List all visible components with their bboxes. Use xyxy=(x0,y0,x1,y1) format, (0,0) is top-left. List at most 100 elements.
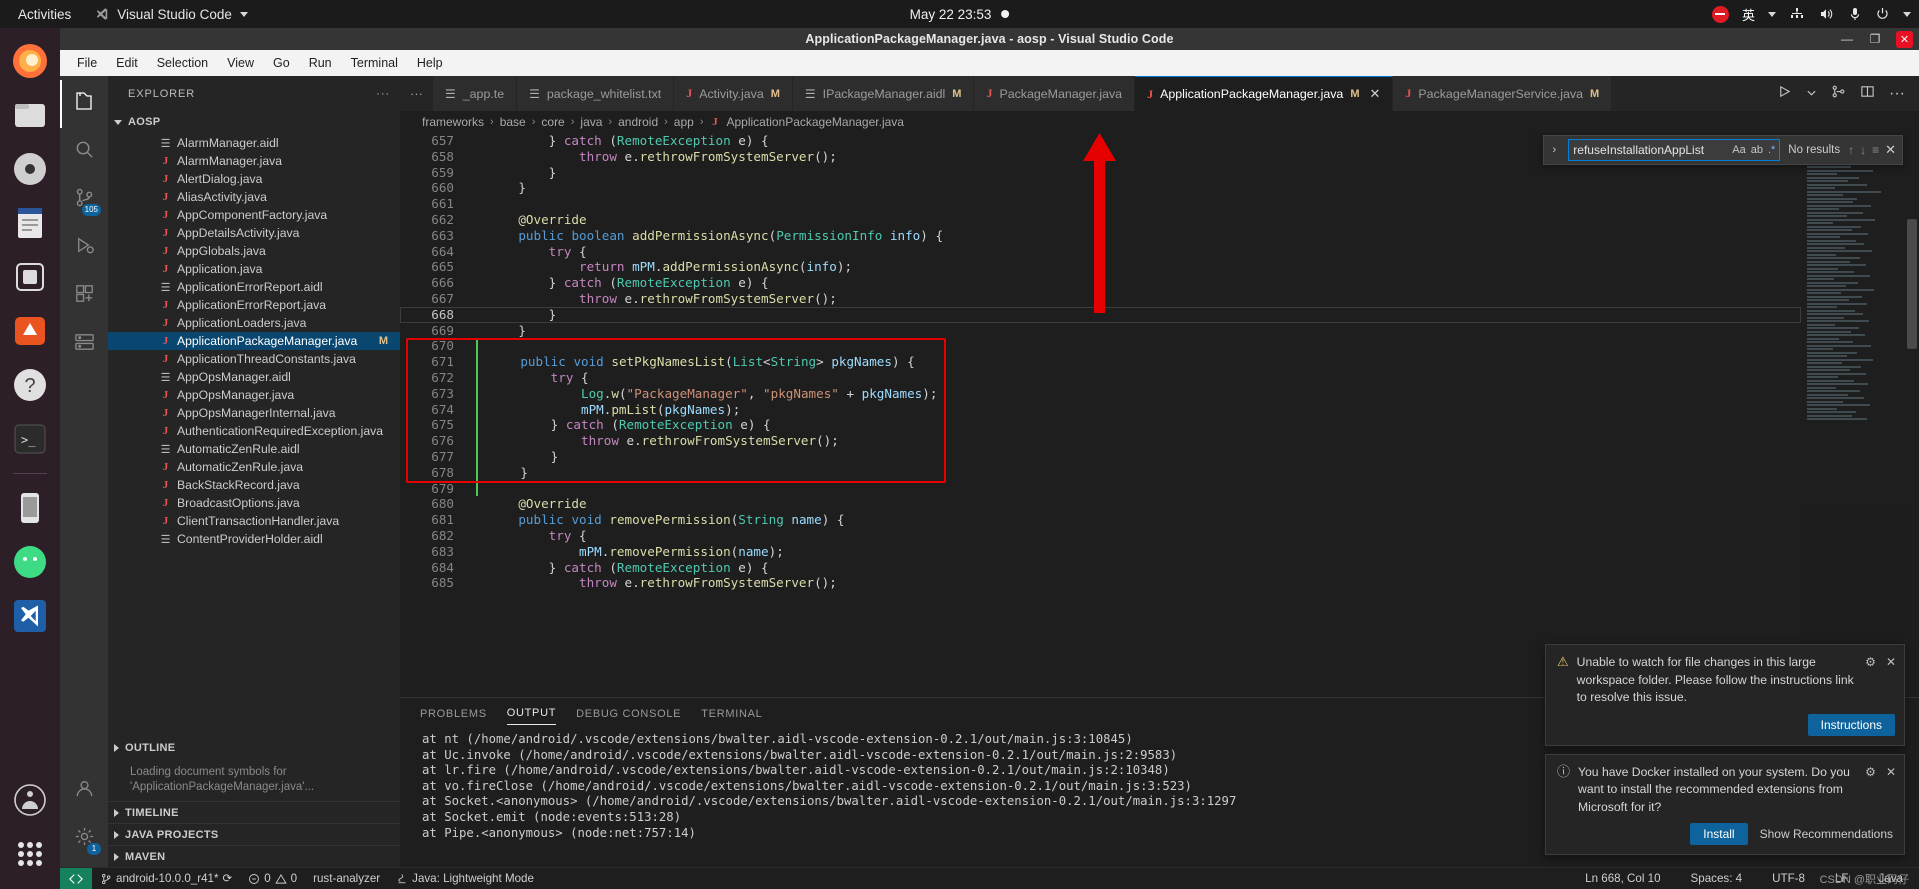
file-tree-item[interactable]: J AppComponentFactory.java xyxy=(108,206,400,224)
close-icon[interactable]: ✕ xyxy=(1885,142,1896,158)
code-editor[interactable]: 657 } catch (RemoteException e) { 658 th… xyxy=(400,133,1919,697)
find-input[interactable]: refuseInstallationAppList Aa ab .* xyxy=(1568,139,1781,161)
activity-extensions[interactable] xyxy=(60,272,108,320)
file-tree-item[interactable]: J AppGlobals.java xyxy=(108,242,400,260)
file-tree-item[interactable]: J AppOpsManager.java xyxy=(108,386,400,404)
gear-icon[interactable]: ⚙ xyxy=(1865,655,1876,707)
dock-item-ubuntu-software[interactable] xyxy=(7,308,53,354)
tab-applicationpackagemanager-java[interactable]: J ApplicationPackageManager.java M ✕ xyxy=(1135,76,1394,111)
file-tree-item[interactable]: J AppDetailsActivity.java xyxy=(108,224,400,242)
file-tree-item[interactable]: J AliasActivity.java xyxy=(108,188,400,206)
volume-icon[interactable] xyxy=(1818,6,1835,22)
dock-item-firefox[interactable] xyxy=(7,38,53,84)
menu-run[interactable]: Run xyxy=(300,53,341,73)
file-tree-item[interactable]: J AuthenticationRequiredException.java xyxy=(108,422,400,440)
close-button[interactable]: ✕ xyxy=(1896,30,1913,48)
run-icon[interactable] xyxy=(1777,84,1792,104)
dock-item-rhythmbox[interactable] xyxy=(7,146,53,192)
breadcrumb-item[interactable]: app xyxy=(674,115,694,129)
file-tree-item[interactable]: J AppOpsManagerInternal.java xyxy=(108,404,400,422)
status-problems[interactable]: 0 0 xyxy=(240,868,305,889)
maximize-button[interactable]: ❐ xyxy=(1868,32,1882,46)
split-terminal-icon[interactable] xyxy=(1831,84,1846,104)
tabs-overflow-icon[interactable]: ··· xyxy=(400,76,433,111)
breadcrumb-item[interactable]: frameworks xyxy=(422,115,484,129)
tab-packagemanager-java[interactable]: J PackageManager.java xyxy=(974,76,1136,111)
file-tree-item[interactable]: J BroadcastOptions.java xyxy=(108,494,400,512)
sidebar-section-maven[interactable]: MAVEN xyxy=(108,845,400,867)
dock-item-terminal[interactable]: >_ xyxy=(7,416,53,462)
sidebar-more-actions-icon[interactable]: ··· xyxy=(376,88,390,100)
panel-tab-problems[interactable]: PROBLEMS xyxy=(420,702,487,725)
breadcrumb-item-file[interactable]: ApplicationPackageManager.java xyxy=(727,115,904,129)
sidebar-section-outline[interactable]: OUTLINE xyxy=(108,737,400,759)
dock-item-vscode[interactable] xyxy=(7,593,53,639)
find-next-icon[interactable]: ↓ xyxy=(1860,143,1866,157)
network-icon[interactable] xyxy=(1789,6,1805,22)
sidebar-section-java-projects[interactable]: JAVA PROJECTS xyxy=(108,823,400,845)
file-tree-item[interactable]: ☰ AppOpsManager.aidl xyxy=(108,368,400,386)
activities-button[interactable]: Activities xyxy=(0,7,85,22)
tab-ipackagemanager-aidl[interactable]: ☰ IPackageManager.aidl M xyxy=(792,76,975,111)
panel-tab-debug-console[interactable]: DEBUG CONSOLE xyxy=(576,702,681,725)
menu-edit[interactable]: Edit xyxy=(107,53,147,73)
file-tree-item[interactable]: J ApplicationThreadConstants.java xyxy=(108,350,400,368)
chevron-down-icon[interactable] xyxy=(1806,85,1817,103)
status-java-mode[interactable]: Java: Lightweight Mode xyxy=(388,868,542,889)
dock-item-androidstudio-device[interactable] xyxy=(7,485,53,531)
status-rust-analyzer[interactable]: rust-analyzer xyxy=(305,868,388,889)
file-tree-item[interactable]: ☰ AlarmManager.aidl xyxy=(108,134,400,152)
minimap[interactable] xyxy=(1801,133,1905,697)
use-regex-icon[interactable]: .* xyxy=(1768,144,1775,156)
sidebar-section-aosp[interactable]: AOSP xyxy=(108,111,400,133)
tray-chevron-down-icon[interactable] xyxy=(1903,11,1911,17)
menu-view[interactable]: View xyxy=(218,53,263,73)
install-button[interactable]: Install xyxy=(1690,823,1748,845)
status-encoding[interactable]: UTF-8 xyxy=(1764,868,1813,889)
tab-packagemanagerservice-java[interactable]: J PackageManagerService.java M xyxy=(1393,76,1613,111)
power-icon[interactable] xyxy=(1875,6,1890,22)
dock-item-app-grid-preview[interactable] xyxy=(7,254,53,300)
dock-item-libreoffice-writer[interactable] xyxy=(7,200,53,246)
dock-item-show-applications[interactable] xyxy=(7,831,53,877)
toggle-replace-icon[interactable]: › xyxy=(1546,144,1562,156)
close-icon[interactable]: ✕ xyxy=(1886,655,1896,707)
whole-word-icon[interactable]: ab xyxy=(1751,144,1763,156)
more-actions-icon[interactable]: ··· xyxy=(1889,85,1905,103)
panel-tab-output[interactable]: OUTPUT xyxy=(506,701,557,725)
dock-item-trash[interactable] xyxy=(7,777,53,823)
breadcrumb-item[interactable]: java xyxy=(580,115,602,129)
tab-app-te[interactable]: ☰ _app.te xyxy=(433,76,518,111)
dock-item-help[interactable]: ? xyxy=(7,362,53,408)
file-tree-item[interactable]: J ApplicationLoaders.java xyxy=(108,314,400,332)
menu-file[interactable]: File xyxy=(68,53,106,73)
dock-item-files[interactable] xyxy=(7,92,53,138)
instructions-button[interactable]: Instructions xyxy=(1807,713,1895,736)
scrollbar-thumb[interactable] xyxy=(1907,219,1917,349)
status-branch[interactable]: android-10.0.0_r41* ⟳ xyxy=(92,868,240,889)
split-editor-icon[interactable] xyxy=(1860,84,1875,104)
sync-icon[interactable]: ⟳ xyxy=(223,868,233,889)
editor-scrollbar[interactable] xyxy=(1905,133,1919,697)
file-tree-item[interactable]: ☰ AutomaticZenRule.aidl xyxy=(108,440,400,458)
status-cursor-position[interactable]: Ln 668, Col 10 xyxy=(1577,868,1668,889)
minimize-button[interactable]: — xyxy=(1840,32,1854,46)
file-tree-item[interactable]: J AlarmManager.java xyxy=(108,152,400,170)
close-icon[interactable]: ✕ xyxy=(1369,86,1380,102)
activity-settings[interactable]: 1 xyxy=(60,815,108,863)
panel-tab-terminal[interactable]: TERMINAL xyxy=(701,702,762,725)
tab-activity-java[interactable]: J Activity.java M xyxy=(674,76,793,111)
activity-source-control[interactable]: 105 xyxy=(60,176,108,224)
file-tree-item[interactable]: J Application.java xyxy=(108,260,400,278)
menu-help[interactable]: Help xyxy=(408,53,452,73)
ime-chevron-down-icon[interactable] xyxy=(1768,11,1776,17)
breadcrumb-item[interactable]: android xyxy=(618,115,658,129)
close-icon[interactable]: ✕ xyxy=(1886,765,1896,817)
match-case-icon[interactable]: Aa xyxy=(1732,144,1745,156)
tab-package-whitelist-txt[interactable]: ☰ package_whitelist.txt xyxy=(517,76,675,111)
show-recommendations-button[interactable]: Show Recommendations xyxy=(1758,823,1895,845)
file-tree-item-selected[interactable]: J ApplicationPackageManager.java M xyxy=(108,332,400,350)
file-tree-item[interactable]: J AutomaticZenRule.java xyxy=(108,458,400,476)
sidebar-section-timeline[interactable]: TIMELINE xyxy=(108,801,400,823)
file-tree-item[interactable]: ☰ ApplicationErrorReport.aidl xyxy=(108,278,400,296)
